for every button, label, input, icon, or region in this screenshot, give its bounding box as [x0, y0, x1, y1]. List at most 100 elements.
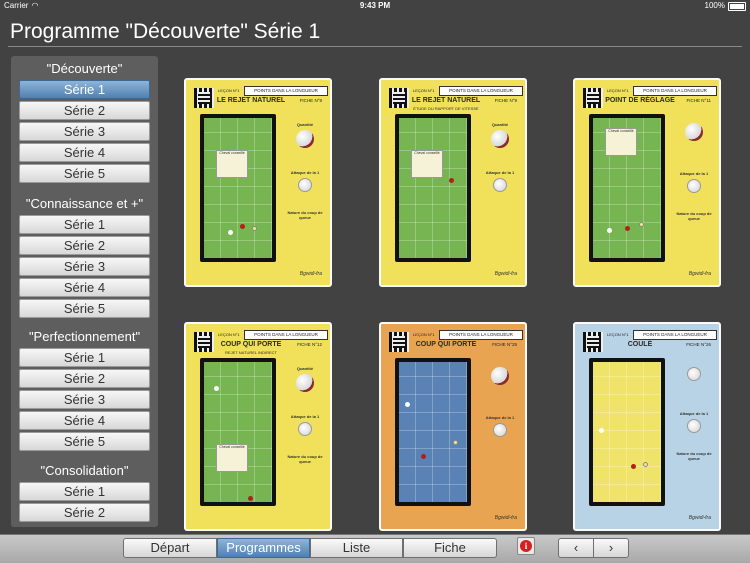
card-title: COULÉ	[627, 341, 653, 348]
brand-mark: Bgwidi-fra	[688, 271, 711, 277]
connaissance-serie-5-button[interactable]: Série 5	[19, 299, 150, 318]
billiard-table	[589, 358, 665, 506]
billiard-table	[395, 358, 471, 506]
cheval-note: Cheval conseillé	[411, 150, 443, 178]
ball-icon	[298, 178, 312, 192]
card-title: COUP QUI PORTE	[220, 341, 282, 348]
card-header: POINTS DANS LA LONGUEUR	[244, 330, 328, 340]
battery-icon	[728, 1, 746, 11]
tab-liste[interactable]: Liste	[310, 538, 403, 558]
decouverte-serie-1-button[interactable]: Série 1	[19, 80, 150, 99]
perfectionnement-serie-3-button[interactable]: Série 3	[19, 390, 150, 409]
tab-programmes[interactable]: Programmes	[217, 538, 310, 558]
fiche-card[interactable]: LEÇON N°1 POINTS DANS LA LONGUEUR FICHE …	[573, 78, 721, 287]
ball-icon	[296, 130, 314, 148]
connaissance-serie-1-button[interactable]: Série 1	[19, 215, 150, 234]
lecon-label: LEÇON N°1	[413, 88, 435, 93]
qr-code-icon	[389, 88, 409, 108]
consolidation-serie-1-button[interactable]: Série 1	[19, 482, 150, 501]
attaque-label: Attaque de la 1	[679, 411, 709, 416]
fiche-card[interactable]: LEÇON N°1 POINTS DANS LA LONGUEUR FICHE …	[184, 78, 332, 287]
brand-mark: Bgwidi-fra	[494, 271, 517, 277]
quantite-label: Quantité	[296, 122, 314, 127]
title-divider	[8, 46, 742, 47]
info-icon: i	[520, 540, 532, 552]
qr-code-icon	[389, 332, 409, 352]
qr-code-icon	[583, 88, 603, 108]
cue-ball	[607, 228, 612, 233]
prev-button[interactable]: ‹	[558, 538, 594, 558]
fiche-number: FICHE N°25	[492, 342, 517, 347]
attaque-label: Attaque de la 1	[290, 170, 320, 175]
lecon-label: LEÇON N°1	[218, 332, 240, 337]
quantite-label: Quantité	[296, 366, 314, 371]
perfectionnement-serie-1-button[interactable]: Série 1	[19, 348, 150, 367]
perfectionnement-serie-5-button[interactable]: Série 5	[19, 432, 150, 451]
card-subtitle: ÉTUDE DU RAPPORT DE VITESSE	[413, 106, 479, 111]
group-title-consolidation: "Consolidation"	[40, 463, 129, 478]
decouverte-serie-2-button[interactable]: Série 2	[19, 101, 150, 120]
card-legend: Attaque de la 1 Nature du coup de queue	[671, 364, 717, 461]
decouverte-serie-5-button[interactable]: Série 5	[19, 164, 150, 183]
yellow-ball	[643, 462, 648, 467]
card-legend: Quantité Attaque de la 1	[477, 120, 523, 195]
perfectionnement-serie-4-button[interactable]: Série 4	[19, 411, 150, 430]
red-ball	[240, 224, 245, 229]
group-title-connaissance: "Connaissance et +"	[25, 196, 144, 211]
group-title-perfectionnement: "Perfectionnement"	[28, 329, 141, 344]
decouverte-serie-3-button[interactable]: Série 3	[19, 122, 150, 141]
card-title: POINT DE RÉGLAGE	[605, 97, 675, 104]
fiche-card[interactable]: LEÇON N°1 POINTS DANS LA LONGUEUR FICHE …	[379, 78, 527, 287]
clock: 9:43 PM	[359, 1, 391, 10]
card-header: POINTS DANS LA LONGUEUR	[244, 86, 328, 96]
page-title: Programme "Découverte" Série 1	[10, 20, 321, 43]
battery-percent: 100%	[704, 1, 725, 10]
consolidation-serie-2-button[interactable]: Série 2	[19, 503, 150, 522]
red-ball	[631, 464, 636, 469]
connaissance-serie-2-button[interactable]: Série 2	[19, 236, 150, 255]
ball-icon	[493, 423, 507, 437]
lecon-label: LEÇON N°1	[607, 332, 629, 337]
cue-ball	[228, 230, 233, 235]
card-legend: Quantité Attaque de la 1 Nature du coup …	[282, 364, 328, 464]
card-header: POINTS DANS LA LONGUEUR	[439, 330, 523, 340]
qr-code-icon	[194, 88, 214, 108]
perfectionnement-serie-2-button[interactable]: Série 2	[19, 369, 150, 388]
red-ball	[421, 454, 426, 459]
tab-depart[interactable]: Départ	[123, 538, 217, 558]
next-button[interactable]: ›	[593, 538, 629, 558]
cue-ball	[214, 386, 219, 391]
card-subtitle: REJET NATUREL INDIRECT	[225, 350, 277, 355]
status-bar: Carrier ◠ 9:43 PM 100%	[0, 0, 750, 12]
card-title: LE REJET NATUREL	[216, 97, 286, 104]
attaque-label: Attaque de la 1	[679, 171, 709, 176]
fiche-card[interactable]: LEÇON N°1 POINTS DANS LA LONGUEUR FICHE …	[184, 322, 332, 531]
lecon-label: LEÇON N°1	[607, 88, 629, 93]
red-ball	[248, 496, 253, 501]
qr-code-icon	[194, 332, 214, 352]
nature-label: Nature du coup de queue	[287, 454, 323, 464]
battery-indicator: 100%	[705, 0, 746, 12]
ball-icon	[687, 367, 701, 381]
card-header: POINTS DANS LA LONGUEUR	[633, 86, 717, 96]
info-button[interactable]: i	[517, 537, 535, 555]
ball-icon	[491, 367, 509, 385]
fiche-number: FICHE N°12	[297, 342, 322, 347]
nature-label: Nature du coup de queue	[676, 211, 712, 221]
cheval-note: Cheval conseillé	[605, 128, 637, 156]
connaissance-serie-3-button[interactable]: Série 3	[19, 257, 150, 276]
brand-mark: Bgwidi-fra	[494, 515, 517, 521]
attaque-label: Attaque de la 1	[485, 415, 515, 420]
fiche-card[interactable]: LEÇON N°1 POINTS DANS LA LONGUEUR FICHE …	[379, 322, 527, 531]
card-legend: Attaque de la 1	[477, 364, 523, 440]
fiche-number: FICHE N°9	[494, 98, 517, 103]
fiche-number: FICHE N°26	[686, 342, 711, 347]
ball-icon	[687, 419, 701, 433]
decouverte-serie-4-button[interactable]: Série 4	[19, 143, 150, 162]
fiche-card[interactable]: LEÇON N°1 POINTS DANS LA LONGUEUR FICHE …	[573, 322, 721, 531]
connaissance-serie-4-button[interactable]: Série 4	[19, 278, 150, 297]
brand-mark: Bgwidi-fra	[299, 271, 322, 277]
ball-icon	[296, 374, 314, 392]
ball-icon	[687, 179, 701, 193]
tab-fiche[interactable]: Fiche	[403, 538, 497, 558]
